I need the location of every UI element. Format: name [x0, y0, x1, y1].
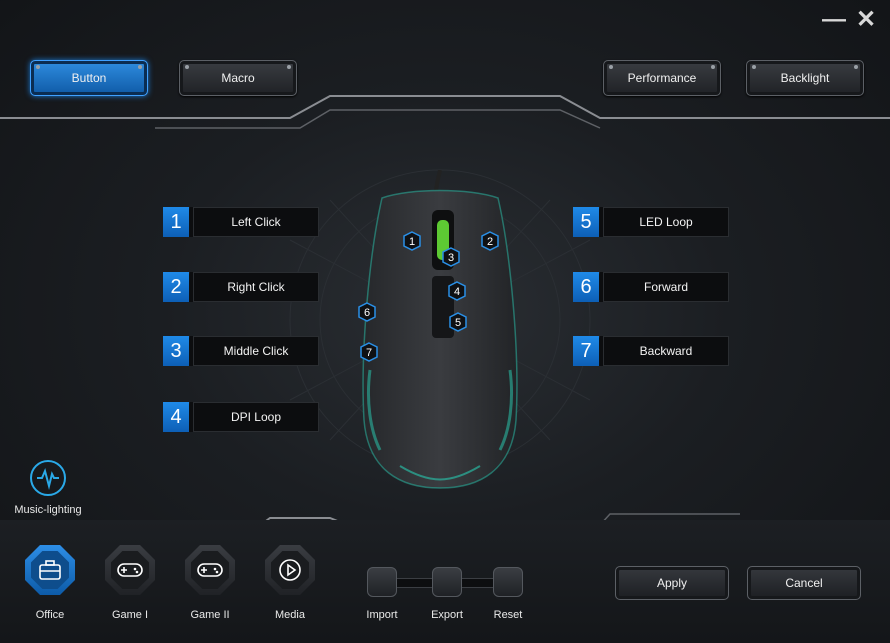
svg-text:5: 5: [455, 317, 461, 329]
mouse-marker-5: 5: [449, 312, 467, 332]
tab-backlight[interactable]: Backlight: [746, 60, 864, 96]
import-icon: [367, 567, 397, 597]
assignment-label[interactable]: DPI Loop: [193, 402, 319, 432]
svg-text:4: 4: [454, 286, 460, 298]
assignment-2[interactable]: 2 Right Click: [163, 272, 319, 302]
assignment-number: 2: [163, 272, 189, 302]
reset-button[interactable]: Reset: [478, 567, 538, 621]
svg-text:1: 1: [409, 236, 415, 248]
tab-macro[interactable]: Macro: [179, 60, 297, 96]
tab-performance[interactable]: Performance: [603, 60, 721, 96]
assignment-number: 5: [573, 207, 599, 237]
assignment-label[interactable]: Right Click: [193, 272, 319, 302]
cancel-button[interactable]: Cancel: [747, 566, 861, 600]
mode-label: Game I: [111, 609, 149, 621]
mode-label: Media: [275, 609, 305, 621]
play-icon: [271, 551, 309, 589]
mode-media[interactable]: Media: [255, 545, 325, 621]
briefcase-icon: [31, 551, 69, 589]
music-lighting-label: Music-lighting: [14, 504, 82, 516]
gamepad-icon: [191, 551, 229, 589]
tool-label: Reset: [493, 609, 523, 621]
mode-label: Game II: [190, 609, 230, 621]
music-lighting-toggle[interactable]: Music-lighting: [12, 460, 84, 516]
assignment-label[interactable]: Forward: [603, 272, 729, 302]
mode-game-2[interactable]: Game II: [175, 545, 245, 621]
reset-icon: [493, 567, 523, 597]
gamepad-icon: [111, 551, 149, 589]
assignment-label[interactable]: Left Click: [193, 207, 319, 237]
assignment-label[interactable]: LED Loop: [603, 207, 729, 237]
assignment-5[interactable]: 5 LED Loop: [573, 207, 729, 237]
waveform-icon: [30, 460, 66, 496]
assignment-3[interactable]: 3 Middle Click: [163, 336, 319, 366]
assignment-label[interactable]: Backward: [603, 336, 729, 366]
assignment-4[interactable]: 4 DPI Loop: [163, 402, 319, 432]
import-button[interactable]: Import: [352, 567, 412, 621]
assignment-number: 7: [573, 336, 599, 366]
mouse-marker-7: 7: [360, 342, 378, 362]
apply-button[interactable]: Apply: [615, 566, 729, 600]
mouse-marker-2: 2: [481, 231, 499, 251]
mouse-marker-4: 4: [448, 281, 466, 301]
svg-text:6: 6: [364, 307, 370, 319]
assignment-label[interactable]: Middle Click: [193, 336, 319, 366]
assignment-number: 4: [163, 402, 189, 432]
close-button[interactable]: ✕: [854, 8, 878, 32]
svg-text:7: 7: [366, 347, 372, 359]
export-button[interactable]: Export: [417, 567, 477, 621]
mouse-marker-3: 3: [442, 247, 460, 267]
svg-text:3: 3: [448, 252, 454, 264]
assignment-number: 6: [573, 272, 599, 302]
mode-office[interactable]: Office: [15, 545, 85, 621]
assignment-number: 3: [163, 336, 189, 366]
assignment-1[interactable]: 1 Left Click: [163, 207, 319, 237]
tool-label: Export: [431, 609, 463, 621]
mode-label: Office: [35, 609, 65, 621]
export-icon: [432, 567, 462, 597]
svg-text:2: 2: [487, 236, 493, 248]
mode-game-1[interactable]: Game I: [95, 545, 165, 621]
mouse-marker-6: 6: [358, 302, 376, 322]
assignment-number: 1: [163, 207, 189, 237]
assignment-7[interactable]: 7 Backward: [573, 336, 729, 366]
assignment-6[interactable]: 6 Forward: [573, 272, 729, 302]
tab-button[interactable]: Button: [30, 60, 148, 96]
mouse-illustration: 1 2 3 4 5 6 7: [358, 170, 518, 489]
tool-label: Import: [366, 609, 398, 621]
mouse-marker-1: 1: [403, 231, 421, 251]
minimize-button[interactable]: —: [822, 8, 846, 32]
